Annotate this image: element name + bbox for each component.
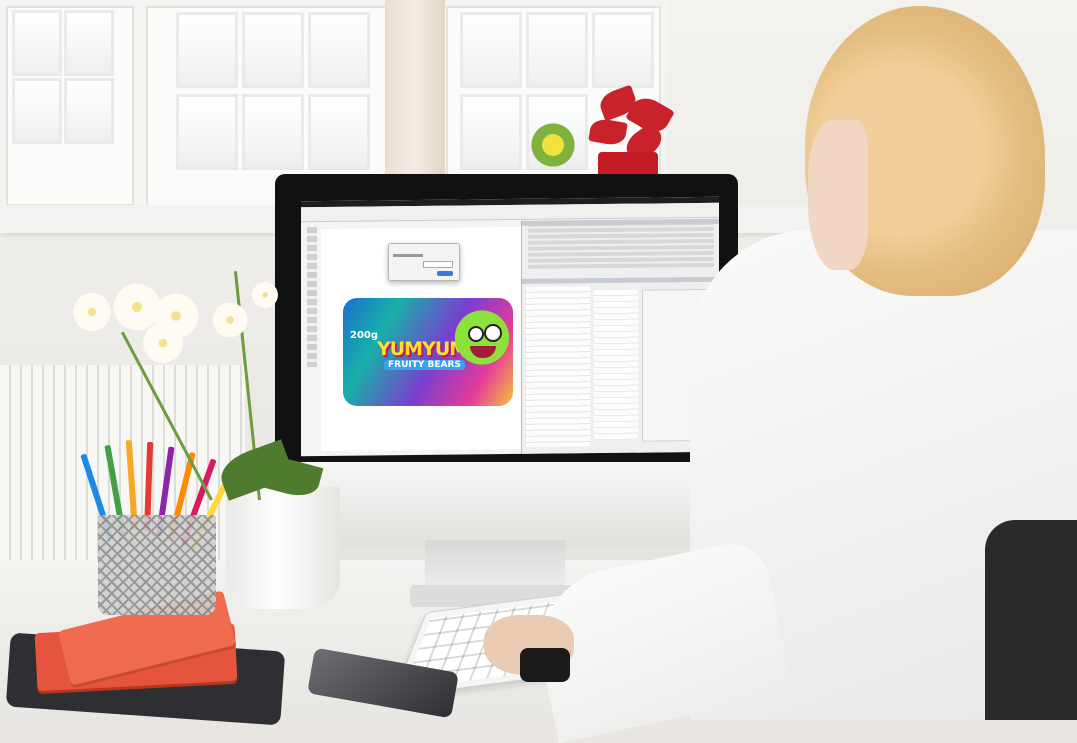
window-left (0, 0, 140, 212)
monster-illustration (452, 306, 512, 376)
label-brand-text: YUMYUM (377, 338, 468, 360)
orchid-plant (60, 250, 340, 510)
pencil-cup (98, 515, 216, 615)
woman-face (808, 120, 868, 270)
label-weight-text: 200g (350, 330, 379, 341)
yellow-plant (528, 120, 578, 170)
chair (985, 520, 1077, 720)
red-plant (570, 80, 690, 180)
smartwatch (520, 648, 570, 682)
imac-chin (300, 462, 728, 546)
document-dialog (388, 243, 460, 281)
